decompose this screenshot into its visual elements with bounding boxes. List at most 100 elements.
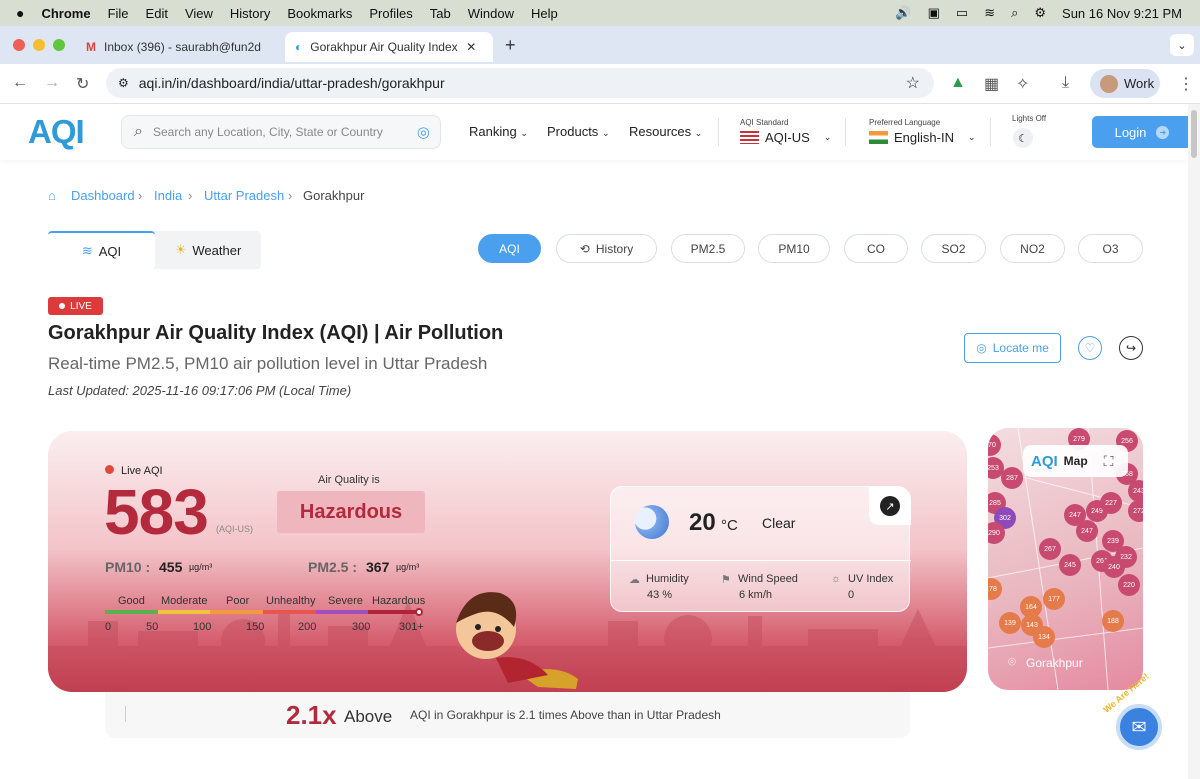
close-window-button[interactable] (13, 39, 25, 51)
fullscreen-icon[interactable]: ⛶ (1104, 453, 1114, 470)
pm10-value: 455 (159, 559, 183, 575)
page-scrollbar[interactable] (1188, 104, 1200, 779)
bookmark-star-icon[interactable]: ☆ (906, 73, 920, 93)
apple-icon[interactable]: ● (16, 5, 24, 21)
uv-icon: ☼ (831, 573, 842, 585)
breadcrumb-india[interactable]: India (154, 188, 182, 203)
crosshair-icon: ◎ (976, 341, 987, 355)
menu-profiles[interactable]: Profiles (369, 6, 412, 21)
site-info-icon[interactable]: ⚙ (118, 76, 129, 90)
chrome-menu-icon[interactable]: ⋮ (1178, 74, 1194, 94)
extension-icon[interactable]: ▦ (984, 74, 999, 94)
map-aqi-bubble[interactable]: 272 (1128, 500, 1143, 522)
scrollbar-thumb[interactable] (1191, 110, 1197, 158)
menu-edit[interactable]: Edit (146, 6, 168, 21)
gps-locate-icon[interactable]: ◎ (417, 123, 430, 141)
volume-icon[interactable]: 🔊 (895, 5, 911, 21)
spotlight-icon[interactable]: ⌕ (1011, 5, 1018, 21)
drive-extension-icon[interactable]: ▲ (950, 74, 966, 92)
pollutant-tab-co[interactable]: CO (844, 234, 908, 263)
language-value: English-IN (894, 130, 954, 145)
pollutant-tab-aqi[interactable]: AQI (478, 234, 541, 263)
menu-view[interactable]: View (185, 6, 213, 21)
favorite-heart-icon[interactable]: ♡ (1078, 336, 1102, 360)
share-icon[interactable]: ↪ (1119, 336, 1143, 360)
forward-icon[interactable]: → (44, 74, 60, 92)
map-aqi-bubble[interactable]: 220 (1118, 574, 1140, 596)
nav-products[interactable]: Products ⌄ (547, 124, 609, 139)
download-icon[interactable]: ⤓ (1062, 74, 1069, 92)
url-text[interactable]: aqi.in/in/dashboard/india/uttar-pradesh/… (139, 75, 445, 91)
breadcrumb-dashboard[interactable]: Dashboard (71, 188, 135, 203)
menu-window[interactable]: Window (468, 6, 514, 21)
aqi-logo[interactable]: AQI (28, 113, 85, 151)
locate-me-button[interactable]: ◎ Locate me (964, 333, 1061, 363)
maximize-window-button[interactable] (53, 39, 65, 51)
home-icon[interactable]: ⌂ (48, 188, 56, 203)
map-card[interactable]: 270 279 256 253 287 268 285 247 249 227 … (988, 428, 1143, 690)
pollutant-tab-no2[interactable]: NO2 (1000, 234, 1065, 263)
language-select[interactable]: English-IN ⌄ (869, 130, 976, 145)
aqi-value: 583 (104, 476, 209, 548)
tab-aqi-view[interactable]: ≋ AQI (48, 231, 155, 269)
puzzle-extensions-icon[interactable]: ✧ (1016, 74, 1029, 94)
temperature-unit: °C (721, 517, 738, 534)
location-search-input[interactable]: ⌕ Search any Location, City, State or Co… (121, 115, 441, 149)
menu-bookmarks[interactable]: Bookmarks (287, 6, 352, 21)
back-icon[interactable]: ← (12, 74, 28, 92)
moon-toggle-icon[interactable]: ☾ (1013, 128, 1033, 148)
tab-list-button[interactable]: ⌄ (1170, 34, 1194, 56)
moon-weather-icon (635, 505, 669, 539)
tab-gmail[interactable]: M Inbox (396) - saurabh@fun2d (76, 32, 281, 62)
weather-condition: Clear (762, 515, 796, 531)
map-header[interactable]: AQI Map ⛶ (1023, 445, 1128, 477)
close-tab-icon[interactable]: ✕ (466, 40, 476, 54)
map-aqi-bubble[interactable]: 287 (1001, 467, 1023, 489)
pollutant-tab-so2[interactable]: SO2 (921, 234, 986, 263)
battery-icon[interactable]: ▭ (956, 5, 968, 21)
profile-button[interactable]: Work (1090, 69, 1160, 98)
nav-ranking[interactable]: Ranking ⌄ (469, 124, 528, 139)
map-aqi-bubble[interactable]: 245 (1059, 554, 1081, 576)
pollutant-tab-history[interactable]: ⟲ History (556, 234, 657, 263)
login-button[interactable]: Login ➜ (1092, 116, 1192, 148)
weather-card[interactable]: 20 °C Clear ↗ ☁ Humidity 43 % ⚑ Wind Spe… (610, 486, 911, 612)
map-aqi-bubble[interactable]: 240 (1103, 556, 1125, 578)
tab-aqi[interactable]: ◐ Gorakhpur Air Quality Index ( ✕ (285, 32, 493, 62)
control-center-icon[interactable]: ⚙ (1034, 5, 1046, 21)
scale-segment-hazardous (368, 610, 422, 614)
menu-history[interactable]: History (230, 6, 270, 21)
nav-resources[interactable]: Resources ⌄ (629, 124, 702, 139)
menubar-app-name[interactable]: Chrome (41, 6, 90, 21)
menu-tab[interactable]: Tab (430, 6, 451, 21)
menubar-clock[interactable]: Sun 16 Nov 9:21 PM (1062, 6, 1182, 21)
new-tab-button[interactable]: + (505, 35, 516, 56)
minimize-window-button[interactable] (33, 39, 45, 51)
map-aqi-bubble[interactable]: 227 (1100, 492, 1122, 514)
map-aqi-bubble[interactable]: 267 (1039, 538, 1061, 560)
map-aqi-bubble[interactable]: 134 (1033, 626, 1055, 648)
chevron-right-icon: › (138, 188, 143, 203)
pollutant-tab-o3[interactable]: O3 (1078, 234, 1143, 263)
map-aqi-bubble[interactable]: 188 (1102, 610, 1124, 632)
open-weather-button[interactable]: ↗ (869, 487, 911, 525)
chat-button[interactable]: ✉ (1116, 704, 1162, 750)
map-aqi-bubble[interactable]: 177 (1043, 588, 1065, 610)
pollutant-tab-pm10[interactable]: PM10 (758, 234, 830, 263)
pm10-unit: µg/m³ (189, 562, 213, 572)
aqi-standard-select[interactable]: AQI-US ⌄ (740, 130, 831, 145)
wifi-icon[interactable]: ≋ (984, 5, 995, 21)
reload-icon[interactable]: ↻ (76, 74, 89, 94)
pollutant-tab-pm25[interactable]: PM2.5 (671, 234, 745, 263)
menu-file[interactable]: File (108, 6, 129, 21)
menu-help[interactable]: Help (531, 6, 558, 21)
tab-weather-view[interactable]: ☀ Weather (155, 231, 261, 269)
omnibox[interactable]: ⚙ aqi.in/in/dashboard/india/uttar-prades… (106, 68, 934, 98)
last-updated: Last Updated: 2025-11-16 09:17:06 PM (Lo… (48, 383, 352, 398)
breadcrumb-uttar-pradesh[interactable]: Uttar Pradesh (204, 188, 284, 203)
map-aqi-bubble[interactable]: 139 (999, 612, 1021, 634)
map-aqi-bubble[interactable]: 243 (1128, 480, 1143, 502)
screen-icon[interactable]: ▣ (928, 5, 940, 21)
map-aqi-bubble[interactable]: 247 (1076, 520, 1098, 542)
mac-menubar: ● Chrome File Edit View History Bookmark… (0, 0, 1200, 26)
